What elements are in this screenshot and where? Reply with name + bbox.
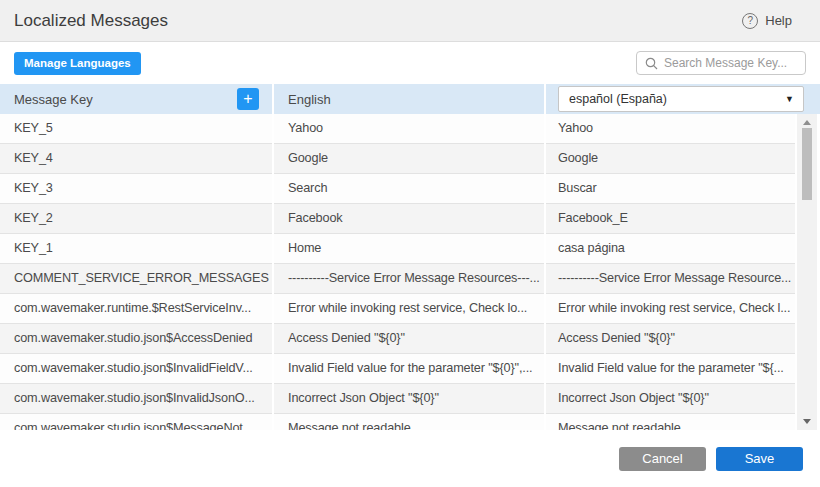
page-title: Localized Messages <box>14 11 168 31</box>
english-header-label: English <box>288 92 331 107</box>
localized-cell[interactable]: Invalid Field value for the parameter "$… <box>546 354 795 384</box>
english-cell[interactable]: Incorrect Json Object "${0}" <box>274 384 544 414</box>
table-header: Message Key + English español (España) ▼ <box>0 84 820 114</box>
scrollbar-thumb[interactable] <box>802 128 812 200</box>
search-box[interactable] <box>636 51 806 75</box>
table-row[interactable]: com.wavemaker.studio.json$InvalidFieldV.… <box>0 354 820 384</box>
table-row[interactable]: com.wavemaker.studio.json$AccessDeniedAc… <box>0 324 820 354</box>
english-cell[interactable]: Google <box>274 144 544 174</box>
message-key-cell[interactable]: KEY_5 <box>0 114 272 144</box>
message-key-cell[interactable]: com.wavemaker.runtime.$RestServiceInv... <box>0 294 272 324</box>
message-key-cell[interactable]: KEY_4 <box>0 144 272 174</box>
chevron-down-icon: ▼ <box>785 94 794 104</box>
table-row[interactable]: COMMENT_SERVICE_ERROR_MESSAGES----------… <box>0 264 820 294</box>
english-cell[interactable]: Yahoo <box>274 114 544 144</box>
localized-cell[interactable]: Facebook_E <box>546 204 795 234</box>
localized-cell[interactable]: casa página <box>546 234 795 264</box>
localized-messages-dialog: Localized Messages ? Help Manage Languag… <box>0 0 820 487</box>
message-key-cell[interactable]: com.wavemaker.studio.json$InvalidFieldV.… <box>0 354 272 384</box>
english-cell[interactable]: ----------Service Error Message Resource… <box>274 264 544 294</box>
vertical-scrollbar[interactable] <box>797 114 817 430</box>
language-select[interactable]: español (España) ▼ <box>558 86 804 112</box>
title-bar: Localized Messages ? Help <box>0 0 820 42</box>
localized-cell[interactable]: Access Denied "${0}" <box>546 324 795 354</box>
help-icon: ? <box>742 13 758 29</box>
localized-cell[interactable]: ----------Service Error Message Resource… <box>546 264 795 294</box>
localized-cell[interactable]: Error while invoking rest service, Check… <box>546 294 795 324</box>
english-cell[interactable]: Access Denied "${0}" <box>274 324 544 354</box>
scroll-down-icon[interactable] <box>797 415 817 427</box>
localized-cell[interactable]: Google <box>546 144 795 174</box>
table-row[interactable]: KEY_5YahooYahoo <box>0 114 820 144</box>
column-header-language: español (España) ▼ <box>546 84 820 114</box>
table-body: KEY_5YahooYahooKEY_4GoogleGoogleKEY_3Sea… <box>0 114 820 430</box>
search-input[interactable] <box>664 56 797 70</box>
english-cell[interactable]: Invalid Field value for the parameter "$… <box>274 354 544 384</box>
table-row[interactable]: KEY_2FacebookFacebook_E <box>0 204 820 234</box>
message-key-cell[interactable]: com.wavemaker.studio.json$AccessDenied <box>0 324 272 354</box>
message-key-cell[interactable]: com.wavemaker.studio.json$MessageNot... <box>0 414 272 430</box>
message-key-cell[interactable]: KEY_2 <box>0 204 272 234</box>
cancel-button[interactable]: Cancel <box>619 447 706 471</box>
manage-languages-button[interactable]: Manage Languages <box>14 52 141 75</box>
localized-cell[interactable]: Buscar <box>546 174 795 204</box>
message-key-header-label: Message Key <box>14 92 93 107</box>
english-cell[interactable]: Search <box>274 174 544 204</box>
table-rows: KEY_5YahooYahooKEY_4GoogleGoogleKEY_3Sea… <box>0 114 820 430</box>
column-header-english: English <box>274 84 544 114</box>
localized-cell[interactable]: Message not readable <box>546 414 795 430</box>
english-cell[interactable]: Message not readable <box>274 414 544 430</box>
table-row[interactable]: com.wavemaker.runtime.$RestServiceInv...… <box>0 294 820 324</box>
message-key-cell[interactable]: KEY_1 <box>0 234 272 264</box>
message-key-cell[interactable]: COMMENT_SERVICE_ERROR_MESSAGES <box>0 264 272 294</box>
language-select-value: español (España) <box>569 92 667 106</box>
help-label: Help <box>765 13 792 28</box>
english-cell[interactable]: Facebook <box>274 204 544 234</box>
message-key-cell[interactable]: com.wavemaker.studio.json$InvalidJsonO..… <box>0 384 272 414</box>
footer: Cancel Save <box>0 430 820 487</box>
add-key-button[interactable]: + <box>237 88 259 110</box>
localized-cell[interactable]: Yahoo <box>546 114 795 144</box>
localized-cell[interactable]: Incorrect Json Object "${0}" <box>546 384 795 414</box>
english-cell[interactable]: Home <box>274 234 544 264</box>
table-row[interactable]: KEY_1Homecasa página <box>0 234 820 264</box>
english-cell[interactable]: Error while invoking rest service, Check… <box>274 294 544 324</box>
scroll-up-icon[interactable] <box>797 116 817 128</box>
table-row[interactable]: KEY_4GoogleGoogle <box>0 144 820 174</box>
toolbar: Manage Languages <box>0 42 820 84</box>
search-icon <box>645 57 658 70</box>
help-button[interactable]: ? Help <box>742 13 792 29</box>
column-header-message-key: Message Key + <box>0 84 272 114</box>
table-row[interactable]: com.wavemaker.studio.json$InvalidJsonO..… <box>0 384 820 414</box>
save-button[interactable]: Save <box>716 447 803 471</box>
table-row[interactable]: com.wavemaker.studio.json$MessageNot...M… <box>0 414 820 430</box>
message-key-cell[interactable]: KEY_3 <box>0 174 272 204</box>
table-row[interactable]: KEY_3SearchBuscar <box>0 174 820 204</box>
